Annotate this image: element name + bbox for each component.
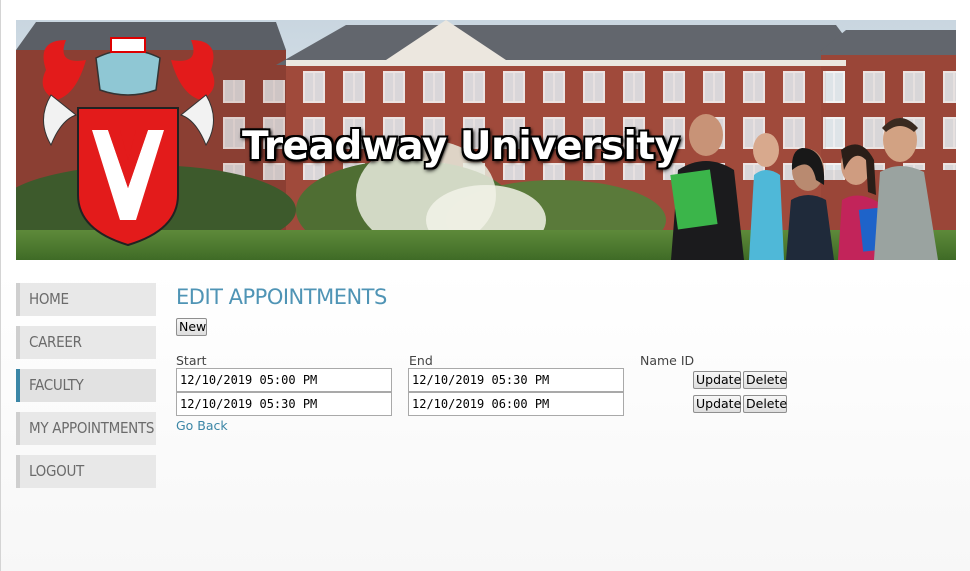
- new-button[interactable]: New: [176, 318, 207, 336]
- name-id-column-label: Name ID: [640, 353, 695, 368]
- nav-item-logout[interactable]: LOGOUT: [16, 455, 156, 488]
- side-nav: HOME CAREER FACULTY MY APPOINTMENTS LOGO…: [16, 283, 156, 498]
- frame-border: [0, 0, 1, 571]
- banner-title: Treadway University: [242, 124, 680, 169]
- nav-item-home[interactable]: HOME: [16, 283, 156, 316]
- start-field[interactable]: [176, 368, 392, 392]
- nav-item-faculty[interactable]: FACULTY: [16, 369, 156, 402]
- header-banner: Treadway University: [16, 20, 956, 260]
- nav-item-my-appointments[interactable]: MY APPOINTMENTS: [16, 412, 156, 445]
- update-button[interactable]: Update: [693, 371, 741, 389]
- start-field[interactable]: [176, 392, 392, 416]
- nav-item-career[interactable]: CAREER: [16, 326, 156, 359]
- page-title: EDIT APPOINTMENTS: [176, 285, 387, 309]
- start-column-label: Start: [176, 353, 207, 368]
- go-back-link[interactable]: Go Back: [176, 418, 228, 433]
- update-button[interactable]: Update: [693, 395, 741, 413]
- end-column-label: End: [409, 353, 433, 368]
- end-field[interactable]: [408, 392, 624, 416]
- end-field[interactable]: [408, 368, 624, 392]
- delete-button[interactable]: Delete: [743, 395, 787, 413]
- delete-button[interactable]: Delete: [743, 371, 787, 389]
